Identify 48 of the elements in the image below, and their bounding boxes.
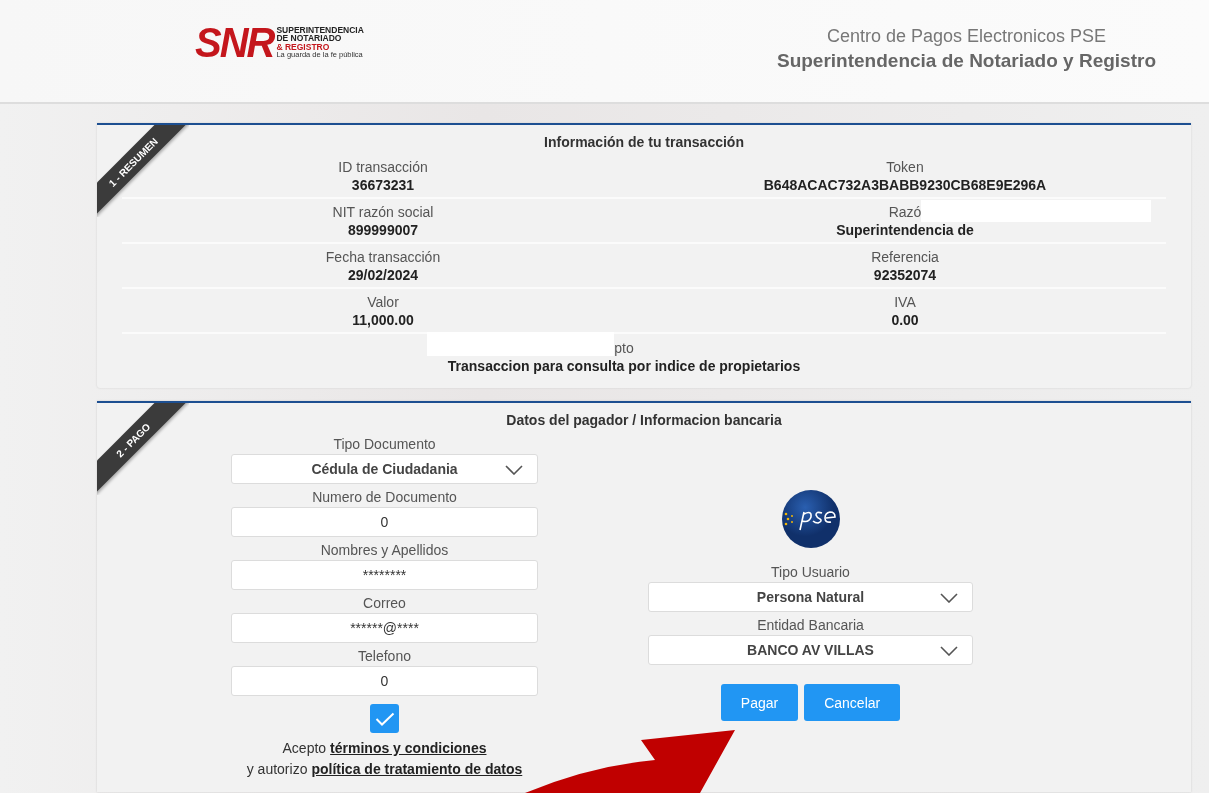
chevron-down-icon: [940, 593, 958, 603]
field-value: 92352074: [873, 266, 937, 283]
input-field[interactable]: ********: [231, 560, 538, 590]
field-value: 899999007: [347, 221, 419, 238]
field-label: IVA: [894, 293, 916, 310]
field-label: Razó: [888, 203, 922, 220]
field-label: NIT razón social: [332, 203, 434, 220]
select-dropdown[interactable]: BANCO AV VILLAS: [648, 635, 973, 665]
field-value: 11,000.00: [352, 311, 414, 328]
field-label: Fecha transacción: [325, 248, 441, 265]
check-icon: [374, 711, 395, 726]
portal-subtitle: Centro de Pagos Electronicos PSE: [826, 26, 1107, 47]
select-dropdown[interactable]: Persona Natural: [648, 582, 973, 612]
field-value: 36673231: [351, 176, 415, 193]
consent-text: Acepto: [282, 740, 327, 758]
field-label: Telefono: [358, 648, 411, 666]
logo-text: & REGISTRO: [276, 42, 331, 51]
logo-text: SUPERINTENDENCIA: [276, 25, 364, 34]
consent-text: y autorizo: [246, 761, 308, 779]
field-label: pto: [614, 340, 634, 356]
field-label: Valor: [367, 293, 399, 310]
chevron-down-icon: [505, 465, 523, 475]
logo-text: DE NOTARIADO: [276, 34, 343, 43]
logo-acronym: SNR: [195, 21, 274, 63]
chevron-down-icon: [940, 646, 958, 656]
field-value: Superintendencia de: [836, 221, 974, 238]
field-label: Tipo Usuario: [771, 564, 850, 582]
field-value: B648ACAC732A3BABB9230CB68E9E296A: [763, 176, 1047, 193]
field-label: Nombres y Apellidos: [320, 542, 449, 560]
field-value: 0.00: [891, 311, 919, 328]
field-value: Transaccion para consulta por indice de propietarios: [447, 358, 801, 374]
field-label: Entidad Bancaria: [757, 617, 864, 635]
field-label: Correo: [363, 595, 406, 613]
field-label: Referencia: [871, 248, 939, 265]
field-value: 29/02/2024: [347, 266, 419, 283]
field-label: ID transacción: [338, 158, 428, 175]
select-dropdown[interactable]: Cédula de Ciudadania: [231, 454, 538, 484]
consent-link[interactable]: política de tratamiento de datos: [311, 761, 523, 782]
input-field[interactable]: 0: [231, 507, 538, 537]
field-label: Numero de Documento: [312, 489, 457, 507]
pse-logo-icon: [781, 490, 840, 548]
field-label: Token: [886, 158, 924, 175]
consent-link[interactable]: términos y condiciones: [330, 740, 487, 761]
field-label: Tipo Documento: [333, 436, 436, 454]
input-field[interactable]: ******@****: [231, 613, 538, 643]
checkbox[interactable]: [370, 704, 399, 733]
portal-title: Superintendencia de Notariado y Registro: [777, 50, 1156, 72]
input-field[interactable]: 0: [231, 666, 538, 696]
